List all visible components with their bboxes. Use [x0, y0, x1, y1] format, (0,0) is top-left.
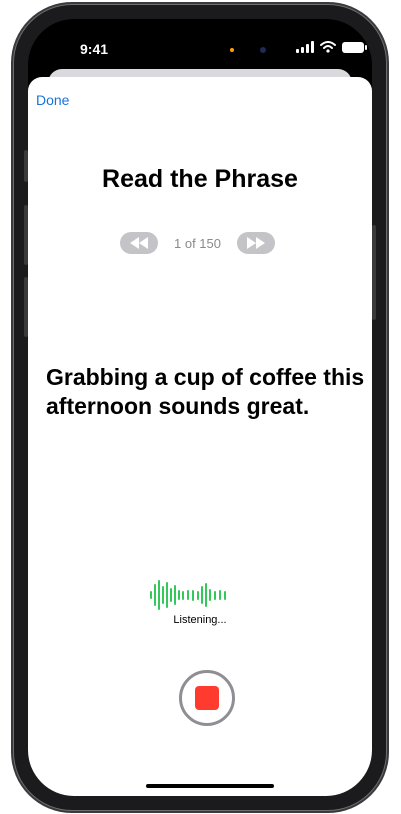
status-time: 9:41 [80, 41, 109, 57]
waveform-bar [158, 580, 160, 610]
waveform-bar [214, 590, 216, 600]
modal-sheet: Done Read the Phrase 1 of 150 Grabbing a… [28, 77, 372, 796]
waveform-bar [192, 589, 194, 601]
waveform-bar [174, 585, 176, 605]
next-phrase-button[interactable] [237, 232, 275, 254]
phrase-counter: 1 of 150 [174, 235, 221, 251]
waveform-bar [209, 589, 211, 601]
audio-waveform [150, 577, 226, 613]
waveform-bar [162, 586, 164, 604]
rewind-icon [130, 237, 148, 249]
status-icons [296, 41, 367, 53]
phrase-pager: 1 of 150 [120, 232, 275, 254]
phrase-text: Grabbing a cup of coffee this afternoon … [46, 364, 365, 419]
cellular-signal-icon [296, 41, 314, 53]
mic-indicator [230, 48, 234, 52]
waveform-bar [166, 582, 168, 608]
waveform-bar [205, 583, 207, 607]
power-button [372, 225, 376, 320]
stop-icon [195, 686, 219, 710]
waveform-bar [197, 590, 199, 600]
done-button[interactable]: Done [36, 92, 69, 108]
waveform-bar [178, 590, 180, 600]
waveform-bar [219, 590, 221, 600]
waveform-bar [170, 588, 172, 602]
waveform-bar [224, 590, 226, 600]
waveform-bar [201, 586, 203, 604]
waveform-bar [154, 584, 156, 606]
page-title: Read the Phrase [102, 165, 298, 193]
waveform-bar [182, 590, 184, 600]
waveform-bar [150, 591, 152, 599]
screen: 9:41 Done Read the Phrase 1 of 150 Grabb… [28, 19, 372, 796]
fast-forward-icon [247, 237, 265, 249]
listening-label: Listening... [173, 614, 227, 626]
wifi-icon [320, 41, 336, 53]
home-indicator[interactable] [146, 784, 274, 788]
battery-icon [342, 41, 367, 53]
waveform-bar [187, 590, 189, 600]
previous-phrase-button[interactable] [120, 232, 158, 254]
stop-recording-button[interactable] [179, 670, 235, 726]
camera-dot [260, 47, 266, 53]
